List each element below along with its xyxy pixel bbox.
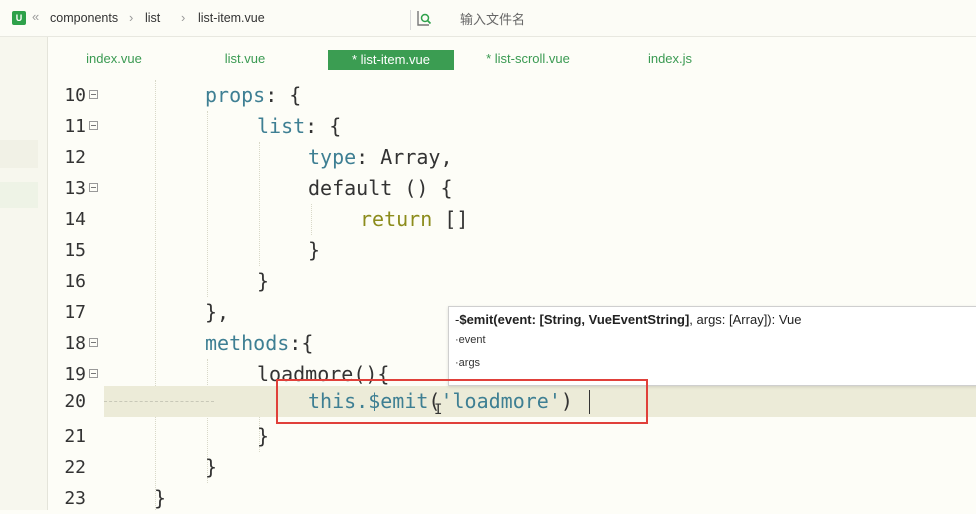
code-line: 22 }	[48, 452, 976, 483]
line-number: 17	[64, 302, 86, 323]
fold-toggle-icon[interactable]	[89, 369, 98, 378]
code-text: return []	[360, 207, 469, 231]
side-strip	[0, 37, 47, 510]
code-text: },	[205, 300, 230, 324]
line-number: 13	[64, 178, 86, 199]
tab-index-js[interactable]: index.js	[636, 48, 704, 70]
code-text: }	[257, 269, 270, 293]
editor-tabs: index.vue list.vue * list-item.vue * lis…	[48, 46, 976, 70]
code-text: default () {	[308, 176, 453, 200]
code-line: 12 type: Array,	[48, 142, 976, 173]
hint-param-event: ·event	[455, 334, 486, 346]
code-text: props: {	[205, 83, 302, 107]
divider	[0, 36, 976, 37]
line-number: 15	[64, 240, 86, 261]
chevron-right-icon: ›	[129, 10, 134, 25]
double-chevron-left-icon[interactable]: «	[32, 9, 39, 24]
code-editor[interactable]: 10 props: { 11 list: { 12 type: Array, 1…	[48, 80, 976, 510]
code-line: 13 default () {	[48, 173, 976, 204]
tab-list-item-vue[interactable]: * list-item.vue	[328, 50, 454, 70]
text-cursor-icon: I	[434, 402, 443, 418]
code-text: }	[308, 238, 321, 262]
line-number: 20	[64, 391, 86, 412]
code-line: 14 return []	[48, 204, 976, 235]
line-number: 10	[64, 85, 86, 106]
line-number: 12	[64, 147, 86, 168]
hint-param-args: ·args	[455, 357, 481, 369]
code-line: 11 list: {	[48, 111, 976, 142]
side-strip-mark	[0, 182, 38, 208]
breadcrumb-item-file[interactable]: list-item.vue	[198, 11, 265, 25]
tab-list-vue[interactable]: list.vue	[208, 48, 282, 70]
line-number: 21	[64, 426, 86, 447]
hint-signature: -$emit(event: [String, VueEventString], …	[455, 312, 802, 327]
line-number: 11	[64, 116, 86, 137]
code-line: 23 }	[48, 483, 976, 514]
fold-toggle-icon[interactable]	[89, 183, 98, 192]
file-search-input[interactable]	[452, 9, 768, 29]
line-number: 14	[64, 209, 86, 230]
annotation-highlight-box	[276, 379, 648, 424]
tab-list-scroll-vue[interactable]: * list-scroll.vue	[476, 48, 580, 70]
divider	[410, 10, 411, 30]
line-number: 18	[64, 333, 86, 354]
code-line: 16 }	[48, 266, 976, 297]
code-text: methods:{	[205, 331, 314, 355]
code-text: }	[257, 424, 270, 448]
code-line: 21 }	[48, 421, 976, 452]
line-number: 23	[64, 488, 86, 509]
line-number: 16	[64, 271, 86, 292]
breadcrumb-item-list[interactable]: list	[145, 11, 160, 25]
tab-index-vue[interactable]: index.vue	[68, 48, 160, 70]
parameter-hint-popup: -$emit(event: [String, VueEventString], …	[448, 306, 976, 386]
code-line: 10 props: {	[48, 80, 976, 111]
chevron-right-icon: ›	[181, 10, 186, 25]
fold-toggle-icon[interactable]	[89, 90, 98, 99]
side-strip-mark	[0, 140, 38, 168]
fold-toggle-icon[interactable]	[89, 121, 98, 130]
app-logo-icon: U	[12, 11, 26, 25]
line-number: 22	[64, 457, 86, 478]
fold-toggle-icon[interactable]	[89, 338, 98, 347]
code-text: list: {	[257, 114, 342, 138]
breadcrumb-bar: U « components › list › list-item.vue	[0, 0, 976, 36]
file-search-icon[interactable]	[416, 10, 432, 26]
breadcrumb-item-components[interactable]: components	[50, 11, 118, 25]
code-text: }	[154, 486, 167, 510]
code-line: 15 }	[48, 235, 976, 266]
code-text: type: Array,	[308, 145, 453, 169]
code-text: }	[205, 455, 218, 479]
